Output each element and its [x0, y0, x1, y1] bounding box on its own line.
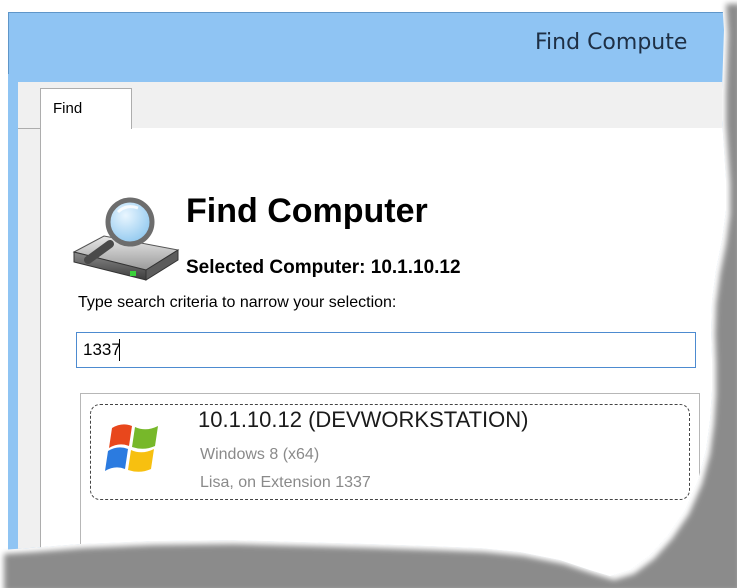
- tab-label: Find: [53, 100, 83, 117]
- title-bar[interactable]: Find Compute: [8, 12, 737, 75]
- result-user: Lisa, on Extension 1337: [200, 474, 371, 491]
- tab-find[interactable]: Find: [40, 88, 132, 129]
- window-title: Find Compute: [535, 30, 688, 55]
- result-os: Windows 8 (x64): [200, 446, 320, 463]
- search-input[interactable]: [76, 332, 696, 368]
- find-computer-window: Find Compute Find Find Computer Selected…: [0, 0, 737, 588]
- text-caret: [119, 339, 120, 361]
- selected-computer-label: Selected Computer: 10.1.10.12: [186, 257, 461, 278]
- page-title: Find Computer: [186, 192, 428, 230]
- drive-magnifier-icon: [70, 196, 180, 282]
- torn-screenshot: Find Compute Find Find Computer Selected…: [0, 0, 737, 588]
- result-title: 10.1.10.12 (DEVWORKSTATION): [198, 407, 529, 432]
- search-criteria-label: Type search criteria to narrow your sele…: [78, 294, 397, 311]
- windows-logo-icon: [104, 418, 164, 480]
